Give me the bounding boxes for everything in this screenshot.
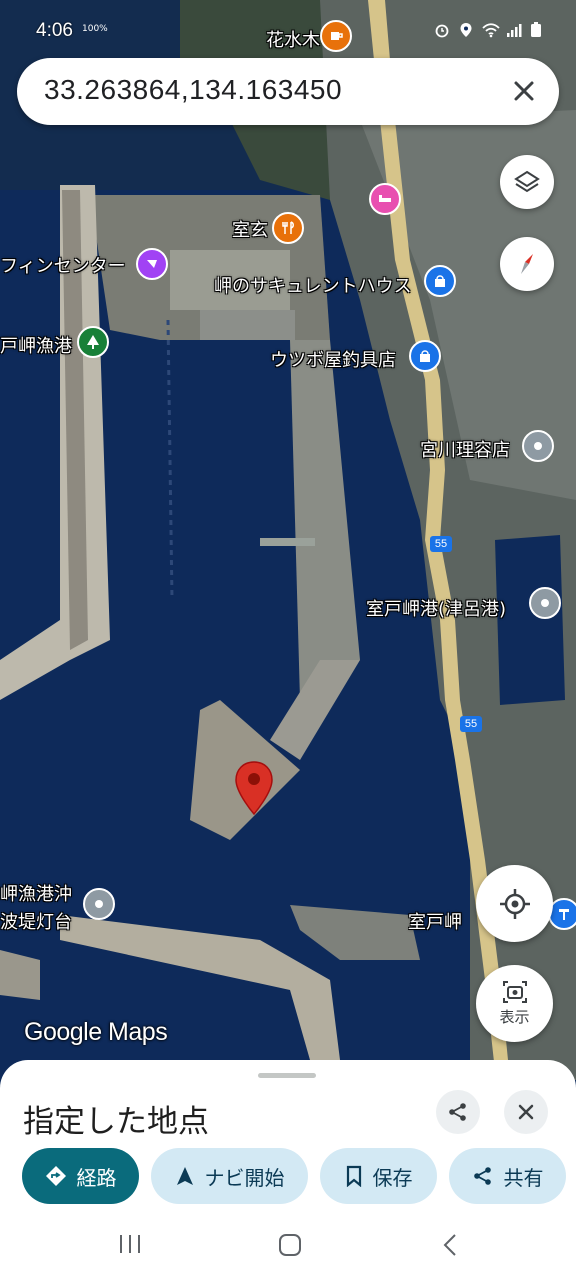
directions-label: 経路 bbox=[76, 1165, 117, 1190]
clock: 4:06 bbox=[36, 20, 73, 41]
shopping-icon[interactable] bbox=[409, 340, 441, 372]
signal-icon bbox=[506, 22, 522, 38]
camera-icon bbox=[502, 981, 527, 1003]
status-bar: 4:06 100% bbox=[0, 0, 576, 60]
place-pin-icon[interactable] bbox=[522, 430, 554, 462]
place-label-miyagawa[interactable]: 宮川理容店 bbox=[420, 436, 510, 462]
google-maps-watermark: Google Maps bbox=[24, 1018, 168, 1046]
share-button[interactable]: 共有 bbox=[449, 1148, 566, 1204]
view-button[interactable]: 表示 bbox=[476, 965, 553, 1042]
place-label-muroto-cape[interactable]: 室戸岬 bbox=[408, 908, 462, 934]
close-sheet-button[interactable] bbox=[504, 1090, 548, 1134]
restaurant-icon[interactable] bbox=[272, 212, 304, 244]
start-navigation-button[interactable]: ナビ開始 bbox=[151, 1148, 308, 1204]
search-bar[interactable]: 33.263864,134.163450 bbox=[17, 58, 559, 125]
bookmark-icon bbox=[346, 1165, 361, 1187]
my-location-button[interactable] bbox=[476, 865, 553, 942]
share-sheet-button[interactable] bbox=[436, 1090, 480, 1134]
place-label-succulent-house[interactable]: 岬のサキュレントハウス bbox=[214, 272, 412, 298]
place-label-lighthouse-line2[interactable]: 波堤灯台 bbox=[0, 908, 72, 934]
wifi-icon bbox=[482, 22, 500, 38]
place-label-murogen[interactable]: 室玄 bbox=[232, 216, 268, 242]
share-icon bbox=[473, 1167, 491, 1185]
navigation-arrow-icon bbox=[176, 1167, 193, 1185]
hotel-icon[interactable] bbox=[369, 183, 401, 215]
route-55-badge: 55 bbox=[430, 536, 452, 552]
home-button[interactable] bbox=[278, 1233, 302, 1261]
shopping-icon[interactable] bbox=[424, 265, 456, 297]
park-icon[interactable] bbox=[77, 326, 109, 358]
route-55-badge: 55 bbox=[460, 716, 482, 732]
system-nav-bar bbox=[0, 1215, 576, 1280]
location-icon bbox=[458, 22, 474, 38]
alarm-icon bbox=[434, 22, 450, 38]
battery-percent-small: 100% bbox=[82, 24, 108, 34]
place-label-tsuro-port[interactable]: 室戸岬港(津呂港) bbox=[366, 595, 506, 621]
share-label: 共有 bbox=[503, 1165, 544, 1190]
save-label: 保存 bbox=[372, 1165, 413, 1190]
close-icon bbox=[518, 1104, 534, 1120]
battery-icon bbox=[530, 22, 546, 38]
start-navigation-label: ナビ開始 bbox=[204, 1165, 285, 1190]
recent-apps-button[interactable] bbox=[118, 1233, 142, 1259]
close-icon bbox=[514, 81, 534, 101]
directions-icon bbox=[45, 1166, 66, 1186]
back-icon bbox=[443, 1234, 456, 1256]
place-label-fishing-port[interactable]: 戸岬漁港 bbox=[0, 332, 72, 358]
place-pin-icon[interactable] bbox=[83, 888, 115, 920]
drag-handle[interactable] bbox=[258, 1073, 316, 1078]
back-button[interactable] bbox=[442, 1233, 458, 1261]
place-label-dolphin-center[interactable]: フィンセンター bbox=[0, 252, 126, 278]
crosshair-icon bbox=[499, 888, 530, 919]
place-label-lighthouse-line1[interactable]: 岬漁港沖 bbox=[0, 880, 72, 906]
home-icon bbox=[279, 1234, 301, 1256]
attraction-icon[interactable] bbox=[136, 248, 168, 280]
place-label-utsubo[interactable]: ウツボ屋釣具店 bbox=[270, 346, 396, 372]
layers-icon bbox=[514, 170, 540, 193]
place-title: 指定した地点 bbox=[23, 1104, 209, 1140]
compass-icon bbox=[521, 254, 533, 274]
view-button-label: 表示 bbox=[499, 1008, 530, 1026]
place-pin-icon[interactable] bbox=[529, 587, 561, 619]
compass-button[interactable] bbox=[500, 237, 554, 291]
clear-search-button[interactable] bbox=[507, 74, 541, 108]
recents-icon bbox=[120, 1235, 140, 1253]
search-query-text[interactable]: 33.263864,134.163450 bbox=[44, 74, 342, 106]
dropped-pin-marker[interactable] bbox=[234, 760, 274, 820]
directions-button[interactable]: 経路 bbox=[22, 1148, 139, 1204]
share-icon bbox=[449, 1103, 466, 1121]
layers-button[interactable] bbox=[500, 155, 554, 209]
save-button[interactable]: 保存 bbox=[320, 1148, 437, 1204]
